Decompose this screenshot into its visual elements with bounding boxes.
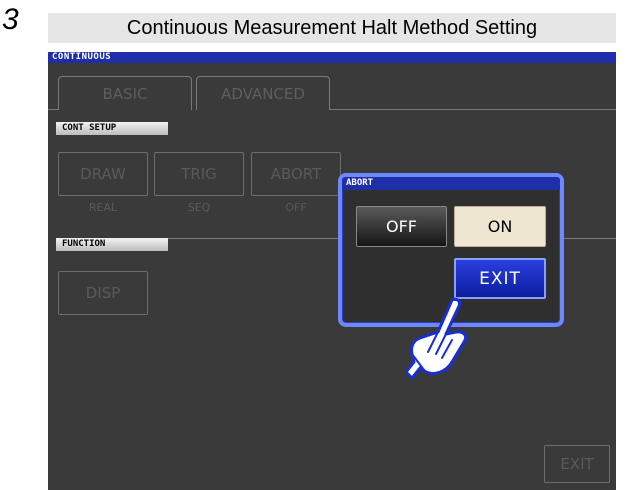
abort-value: OFF bbox=[285, 201, 307, 214]
tab-advanced[interactable]: ADVANCED bbox=[196, 76, 330, 110]
draw-value: REAL bbox=[88, 201, 118, 214]
abort-off-button[interactable]: OFF bbox=[356, 206, 447, 247]
abort-exit-button[interactable]: EXIT bbox=[454, 258, 546, 299]
abort-button[interactable]: ABORT bbox=[251, 152, 341, 196]
disp-button[interactable]: DISP bbox=[58, 271, 148, 315]
tab-baseline-left bbox=[48, 109, 58, 110]
cont-setup-label: CONT SETUP bbox=[56, 122, 168, 135]
function-label: FUNCTION bbox=[56, 238, 168, 251]
draw-button[interactable]: DRAW bbox=[58, 152, 148, 196]
screen-title: CONTINUOUS bbox=[48, 52, 616, 63]
trig-value: SEQ bbox=[187, 201, 211, 214]
trig-button[interactable]: TRIG bbox=[154, 152, 244, 196]
step-number: 3 bbox=[2, 3, 19, 36]
step-heading: Continuous Measurement Halt Method Setti… bbox=[48, 13, 616, 43]
device-screen: CONTINUOUS BASIC ADVANCED CONT SETUP DRA… bbox=[48, 52, 616, 490]
tab-baseline-right bbox=[330, 109, 616, 110]
abort-dialog-title: ABORT bbox=[342, 177, 560, 190]
exit-button[interactable]: EXIT bbox=[544, 445, 610, 483]
pointing-hand-icon bbox=[406, 297, 468, 380]
abort-on-button[interactable]: ON bbox=[454, 206, 546, 247]
tab-basic[interactable]: BASIC bbox=[58, 76, 192, 110]
